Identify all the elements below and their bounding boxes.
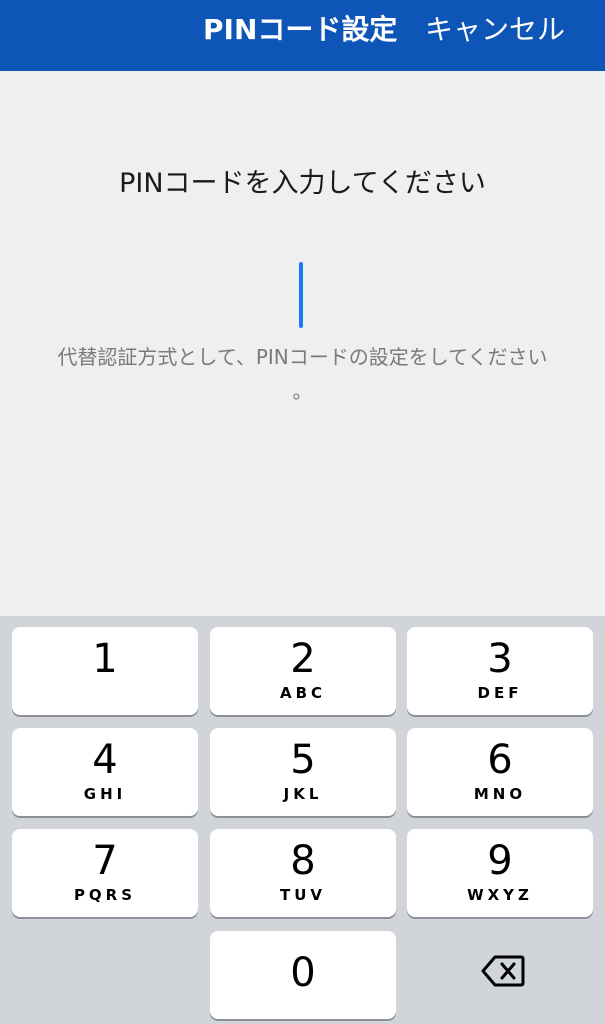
key-digit: 7 (92, 838, 118, 884)
key-4[interactable]: 4 GHI (12, 728, 198, 816)
backspace-button[interactable] (407, 929, 593, 1017)
key-letters: DEF (477, 684, 523, 702)
key-digit: 8 (290, 838, 316, 884)
key-digit: 3 (487, 636, 513, 682)
key-letters: TUV (279, 886, 327, 904)
key-1[interactable]: 1 (12, 627, 198, 715)
key-3[interactable]: 3 DEF (407, 627, 593, 715)
key-digit: 2 (290, 636, 316, 682)
key-letters: ABC (279, 684, 327, 702)
helper-text-line-2: 。 (292, 379, 313, 403)
cancel-button[interactable]: キャンセル (425, 12, 565, 48)
pin-prompt: PINコードを入力してください (119, 168, 486, 199)
pin-setup-screen: PINコード設定 キャンセル PINコードを入力してください 代替認証方式として… (0, 0, 605, 1024)
key-digit: 0 (290, 950, 316, 996)
key-digit: 6 (487, 737, 513, 783)
key-letters: MNO (473, 785, 527, 803)
pin-input-field[interactable] (260, 255, 345, 335)
key-digit: 4 (92, 737, 118, 783)
key-2[interactable]: 2 ABC (210, 627, 396, 715)
text-caret (299, 262, 303, 328)
key-6[interactable]: 6 MNO (407, 728, 593, 816)
key-letters: GHI (83, 785, 127, 803)
page-title: PINコード設定 (203, 13, 398, 46)
numeric-keypad: 1 2 ABC 3 DEF 4 GHI 5 JKL 6 MNO 7 PQRS 8 (0, 616, 605, 1024)
key-letters: JKL (283, 785, 323, 803)
key-5[interactable]: 5 JKL (210, 728, 396, 816)
key-letters: WXYZ (467, 886, 533, 904)
key-7[interactable]: 7 PQRS (12, 829, 198, 917)
key-digit: 1 (92, 636, 118, 682)
key-8[interactable]: 8 TUV (210, 829, 396, 917)
helper-text-line-1: 代替認証方式として、PINコードの設定をしてください (57, 345, 548, 369)
key-0[interactable]: 0 (210, 931, 396, 1019)
key-9[interactable]: 9 WXYZ (407, 829, 593, 917)
key-digit: 5 (290, 737, 316, 783)
key-digit: 9 (487, 838, 513, 884)
navigation-bar: PINコード設定 キャンセル (0, 0, 605, 71)
backspace-icon (481, 955, 525, 987)
key-letters: PQRS (73, 886, 137, 904)
helper-text: 代替認証方式として、PINコードの設定をしてください 。 (0, 340, 605, 408)
